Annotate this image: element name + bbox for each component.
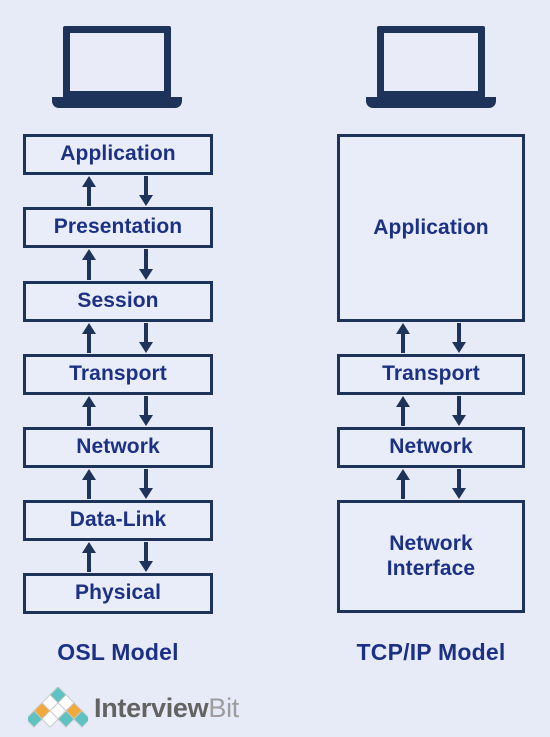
osi-arrow-up-3 <box>82 323 96 353</box>
tcpip-arrow-down-2 <box>452 396 466 426</box>
osi-layer-transport[interactable]: Transport <box>23 354 213 395</box>
tcpip-layer-network[interactable]: Network <box>337 427 525 468</box>
osi-layer-data-link[interactable]: Data-Link <box>23 500 213 541</box>
osi-layer-session[interactable]: Session <box>23 281 213 322</box>
laptop-icon-osi <box>52 26 182 108</box>
brand-name-secondary: Bit <box>208 692 239 723</box>
osi-arrow-down-3 <box>139 323 153 353</box>
osi-layer-application[interactable]: Application <box>23 134 213 175</box>
osi-arrow-down-2 <box>139 249 153 280</box>
laptop-base <box>52 97 182 108</box>
osi-arrow-up-4 <box>82 396 96 426</box>
osi-arrow-down-5 <box>139 469 153 499</box>
interviewbit-logo-mark <box>28 687 88 728</box>
tcpip-arrow-up-3 <box>396 469 410 499</box>
osi-layer-physical[interactable]: Physical <box>23 573 213 614</box>
osi-arrow-up-5 <box>82 469 96 499</box>
interviewbit-logo: InterviewBit <box>28 685 243 731</box>
osi-arrow-up-1 <box>82 176 96 206</box>
osi-arrow-down-4 <box>139 396 153 426</box>
tcpip-layer-transport[interactable]: Transport <box>337 354 525 395</box>
diagram-canvas: Application Presentation Session Transpo… <box>0 0 550 737</box>
laptop-base <box>366 97 496 108</box>
osi-layer-network[interactable]: Network <box>23 427 213 468</box>
tcpip-arrow-down-1 <box>452 323 466 353</box>
osi-arrow-down-1 <box>139 176 153 206</box>
tcpip-model-caption: TCP/IP Model <box>356 639 506 665</box>
osi-arrow-up-6 <box>82 542 96 572</box>
laptop-screen <box>63 26 171 98</box>
tcpip-layer-application[interactable]: Application <box>337 134 525 322</box>
tcpip-arrow-up-1 <box>396 323 410 353</box>
tcpip-arrow-up-2 <box>396 396 410 426</box>
laptop-icon-tcpip <box>366 26 496 108</box>
interviewbit-wordmark: InterviewBit <box>94 692 239 723</box>
tcpip-arrow-down-3 <box>452 469 466 499</box>
tcpip-layer-network-interface[interactable]: Network Interface <box>337 500 525 613</box>
osi-arrow-down-6 <box>139 542 153 572</box>
brand-name-primary: Interview <box>94 692 209 723</box>
laptop-screen <box>377 26 485 98</box>
osi-model-caption: OSL Model <box>57 639 179 665</box>
osi-arrow-up-2 <box>82 249 96 280</box>
osi-layer-presentation[interactable]: Presentation <box>23 207 213 248</box>
